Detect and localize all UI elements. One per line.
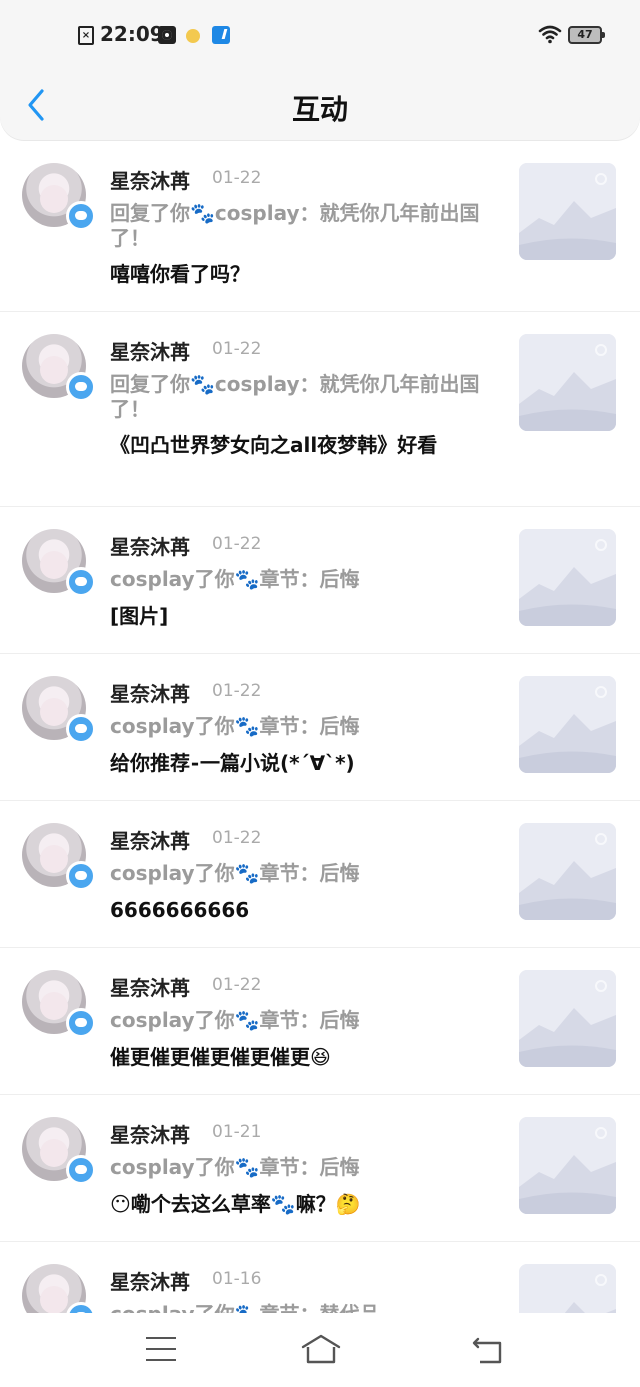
thumbnail-image[interactable] [519,1264,616,1313]
item-text: 嘻嘻你看了吗？ [110,262,250,286]
thumbnail-image[interactable] [519,163,616,260]
thumbnail-image[interactable] [519,823,616,920]
list-item[interactable]: 星奈沐苒 01-22 回复了你🐾cosplay：就凭你几年前出国了！ 嘻嘻你看了… [0,141,640,312]
battery-icon: 47 [568,26,605,44]
system-nav-bar [0,1313,640,1387]
comment-badge-icon [66,567,96,597]
user-name[interactable]: 星奈沐苒 [110,336,190,365]
thumbnail-image[interactable] [519,334,616,431]
user-name[interactable]: 星奈沐苒 [110,1266,190,1295]
item-date: 01-22 [212,975,262,995]
list-item[interactable]: 星奈沐苒 01-22 cosplay了你🐾章节：后悔 [图片] [0,507,640,654]
item-subtitle: cosplay了你🐾章节：替代品 [110,1302,480,1313]
list-item[interactable]: 星奈沐苒 01-22 回复了你🐾cosplay：就凭你几年前出国了！ 《凹凸世界… [0,312,640,507]
item-text: [图片] [110,604,169,628]
item-subtitle: cosplay了你🐾章节：后悔 [110,861,360,885]
comment-badge-icon [66,1008,96,1038]
comment-badge-icon [66,372,96,402]
file-x-icon: × [78,26,94,45]
status-bar: × 22:09 47 [0,0,640,70]
item-subtitle: 回复了你🐾cosplay：就凭你几年前出国了！ [110,372,480,421]
user-name[interactable]: 星奈沐苒 [110,531,190,560]
item-subtitle: 回复了你🐾cosplay：就凭你几年前出国了！ [110,201,480,250]
user-name[interactable]: 星奈沐苒 [110,678,190,707]
thumbnail-image[interactable] [519,529,616,626]
item-subtitle: cosplay了你🐾章节：后悔 [110,1008,360,1032]
user-name[interactable]: 星奈沐苒 [110,972,190,1001]
list-item[interactable]: 星奈沐苒 01-22 cosplay了你🐾章节：后悔 6666666666 [0,801,640,948]
item-text: 《凹凸世界梦女向之all夜梦韩》好看 [110,433,438,457]
thumbnail-image[interactable] [519,970,616,1067]
app-icon-blue [212,26,230,44]
item-date: 01-22 [212,339,262,359]
app-icon-dark [158,26,176,44]
item-text: 催更催更催更催更催更😆 [110,1045,331,1069]
item-date: 01-22 [212,828,262,848]
user-name[interactable]: 星奈沐苒 [110,825,190,854]
page-title: 互动 [291,93,348,126]
thumbnail-image[interactable] [519,1117,616,1214]
thumbnail-image[interactable] [519,676,616,773]
status-time: 22:09 [100,22,164,46]
interaction-list[interactable]: 星奈沐苒 01-22 回复了你🐾cosplay：就凭你几年前出国了！ 嘻嘻你看了… [0,141,640,1313]
user-name[interactable]: 星奈沐苒 [110,1119,190,1148]
app-header: 互动 [0,70,640,140]
list-item[interactable]: 星奈沐苒 01-21 cosplay了你🐾章节：后悔 😶嘞个去这么草率🐾嘛？🤔 [0,1095,640,1242]
comment-badge-icon [66,714,96,744]
item-date: 01-21 [212,1122,262,1142]
item-date: 01-22 [212,534,262,554]
emoji-icon [186,29,200,43]
item-subtitle: cosplay了你🐾章节：后悔 [110,567,360,591]
list-item[interactable]: 星奈沐苒 01-22 cosplay了你🐾章节：后悔 催更催更催更催更催更😆 [0,948,640,1095]
back-icon[interactable] [472,1335,504,1365]
item-date: 01-22 [212,681,262,701]
comment-badge-icon [66,201,96,231]
item-subtitle: cosplay了你🐾章节：后悔 [110,714,360,738]
comment-badge-icon [66,861,96,891]
item-subtitle: cosplay了你🐾章节：后悔 [110,1155,360,1179]
list-item[interactable]: 星奈沐苒 01-22 cosplay了你🐾章节：后悔 给你推荐⁃一篇小说(*´∀… [0,654,640,801]
comment-badge-icon [66,1155,96,1185]
item-text: 给你推荐⁃一篇小说(*´∀`*) [110,751,355,775]
menu-icon[interactable] [146,1337,176,1361]
item-date: 01-22 [212,168,262,188]
wifi-icon [538,25,562,44]
list-item[interactable]: 星奈沐苒 01-16 cosplay了你🐾章节：替代品 [0,1242,640,1313]
home-icon[interactable] [300,1333,342,1365]
item-date: 01-16 [212,1269,262,1289]
item-text: 6666666666 [110,898,250,922]
user-name[interactable]: 星奈沐苒 [110,165,190,194]
item-text: 😶嘞个去这么草率🐾嘛？🤔 [110,1192,361,1216]
